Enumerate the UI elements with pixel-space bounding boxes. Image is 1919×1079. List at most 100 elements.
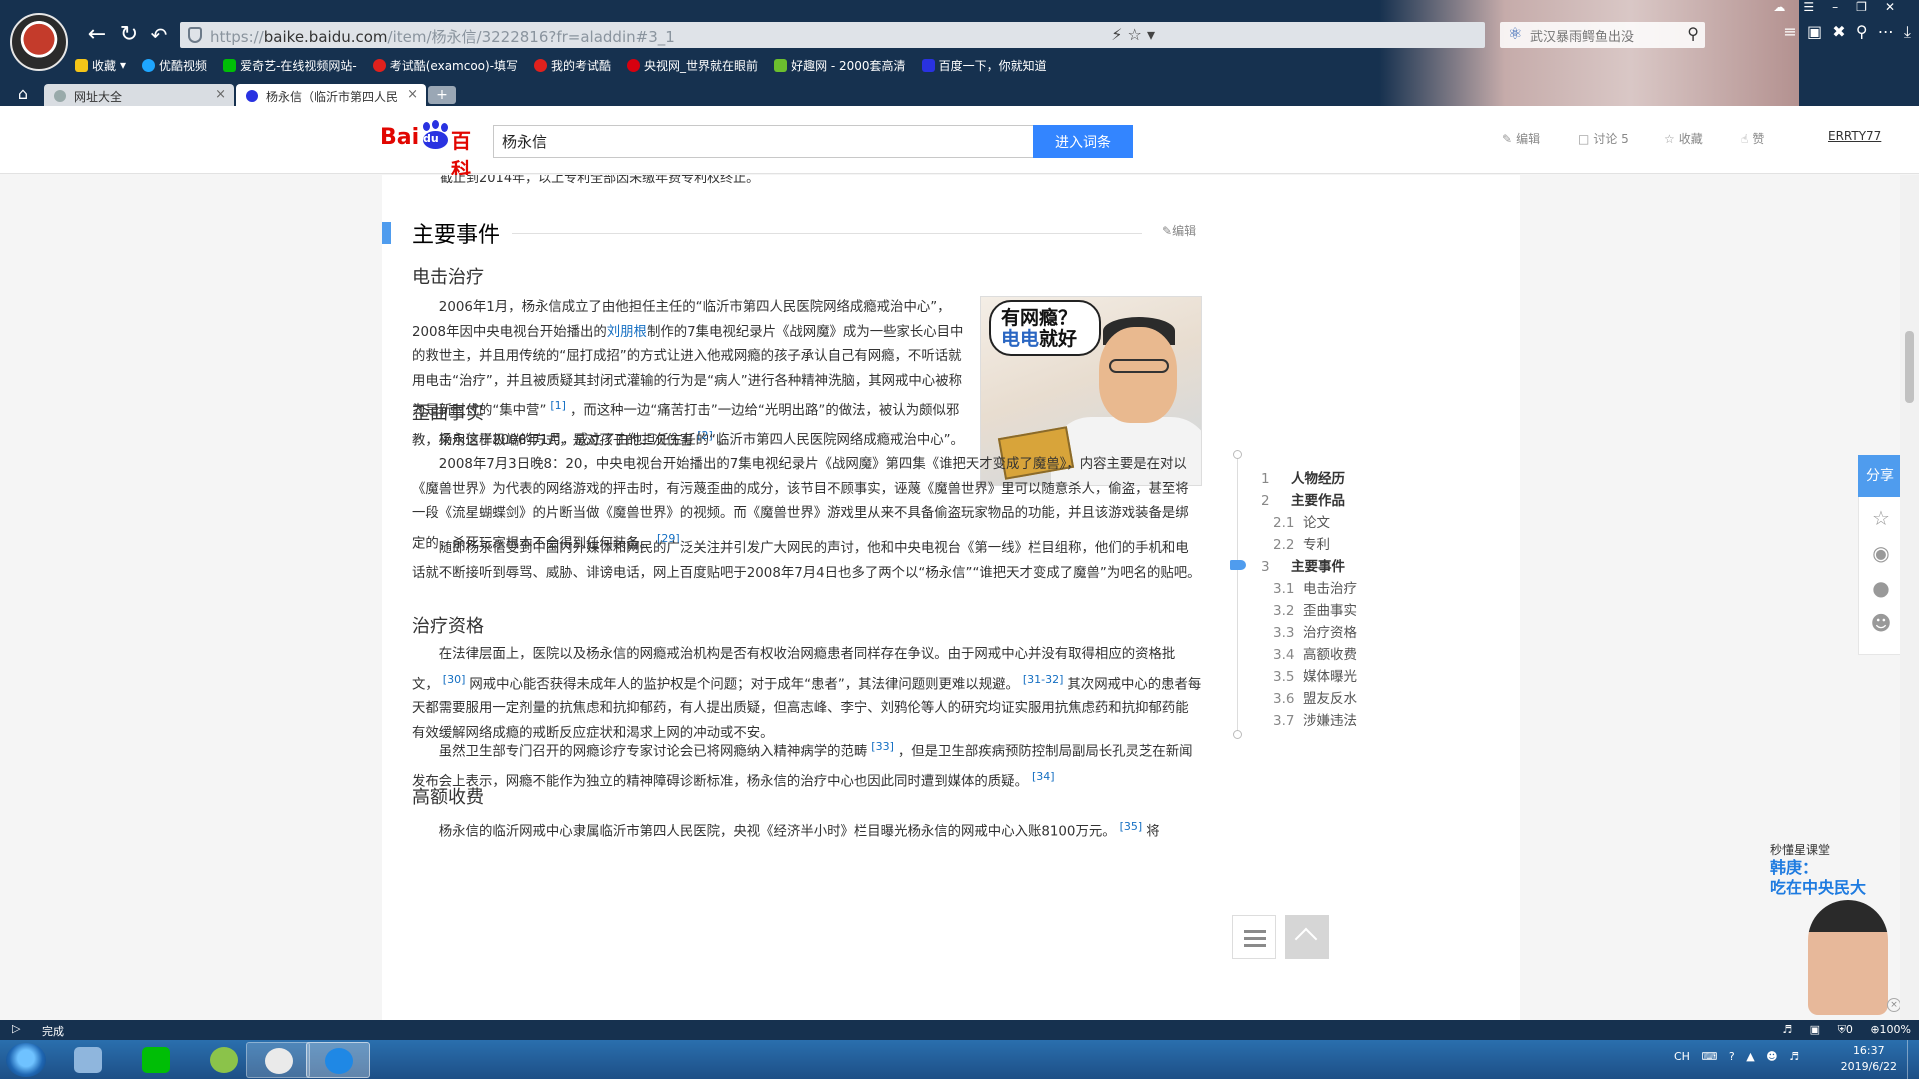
extension-icon[interactable]: ▣ [1807, 22, 1822, 41]
toc-item[interactable]: 3.2 歪曲事实 [1273, 599, 1357, 619]
baike-logo[interactable]: Bai du 百科 [380, 120, 490, 182]
tab-hao123[interactable]: 网址大全 × [44, 84, 234, 108]
address-bar[interactable]: https://baike.baidu.com/item/杨永信/3222816… [180, 22, 1485, 48]
comment-icon: □ [1578, 132, 1590, 146]
weibo-icon[interactable]: ◉ [1869, 541, 1893, 565]
close-tab-icon[interactable]: × [407, 87, 418, 102]
baidu-icon [921, 58, 935, 72]
toc-item[interactable]: 3.6 盟友反水 [1273, 687, 1357, 707]
system-clock[interactable]: 16:37 2019/6/22 [1841, 1043, 1897, 1075]
new-tab-button[interactable]: + [428, 86, 456, 104]
close-tab-icon[interactable]: × [215, 87, 226, 102]
bookmark-item[interactable]: 我的考试酷 [534, 55, 611, 75]
citation-link[interactable]: [34] [1032, 770, 1055, 783]
sidebar-toggle-icon[interactable]: ▷ [12, 1022, 20, 1035]
network-icon[interactable]: ▲ [1746, 1050, 1754, 1063]
undo-icon[interactable]: ↶ [146, 22, 172, 48]
toc-item[interactable]: 3.4 高额收费 [1273, 643, 1357, 663]
bookmark-item[interactable]: 百度一下，你就知道 [921, 55, 1047, 75]
discuss-action[interactable]: □ 讨论 5 [1578, 130, 1629, 147]
bookmark-item[interactable]: 优酷视频 [142, 55, 207, 75]
toc-item[interactable]: 3.7 涉嫌违法 [1273, 709, 1357, 729]
back-to-top-button[interactable] [1285, 915, 1329, 959]
toc-item[interactable]: 2.1 论文 [1273, 511, 1330, 531]
browser-logo-icon[interactable] [10, 13, 68, 71]
download-manager-icon[interactable]: ▣ [1810, 1023, 1820, 1036]
taskbar-app-browser[interactable] [306, 1042, 370, 1078]
home-icon[interactable]: ⌂ [10, 84, 36, 106]
keyboard-icon[interactable]: ⌨ [1701, 1050, 1717, 1063]
start-button[interactable] [6, 1043, 46, 1077]
favorite-star-icon[interactable]: ☆ [1869, 506, 1893, 530]
favorite-action[interactable]: ☆ 收藏 [1664, 130, 1703, 147]
scrollbar-thumb[interactable] [1905, 331, 1914, 403]
toc-item[interactable]: 3.1 电击治疗 [1273, 577, 1357, 597]
taskbar-app-computer[interactable] [56, 1042, 120, 1078]
person-link[interactable]: 刘朋根 [607, 325, 647, 340]
magnifier-icon[interactable]: ⚲ [1856, 22, 1868, 41]
close-icon[interactable]: × [1887, 998, 1901, 1012]
toc-item[interactable]: 3.5 媒体曝光 [1273, 665, 1357, 685]
input-language[interactable]: CH [1674, 1050, 1690, 1063]
bookmark-star-icon[interactable]: ☆ [1128, 25, 1142, 44]
toc-toggle-button[interactable] [1232, 915, 1276, 959]
toc-end-dot [1233, 730, 1242, 739]
toc-item[interactable]: 2 主要作品 [1261, 489, 1345, 509]
address-url[interactable]: https://baike.baidu.com/item/杨永信/3222816… [210, 26, 675, 47]
citation-link[interactable]: [30] [443, 673, 466, 686]
status-text: 完成 [42, 1025, 64, 1038]
qq-tray-icon[interactable]: ☻ [1766, 1050, 1777, 1063]
toc-item[interactable]: 1 人物经历 [1261, 467, 1345, 487]
speaker-icon[interactable]: ♬ [1782, 1023, 1792, 1036]
dropdown-icon[interactable]: ▾ [1147, 25, 1155, 44]
bookmark-item[interactable]: 好趣网 - 2000套高清 [774, 55, 906, 75]
help-icon[interactable]: ? [1729, 1050, 1735, 1063]
like-action[interactable]: ☝ 赞 [1741, 130, 1764, 147]
citation-link[interactable]: [31-32] [1023, 673, 1064, 686]
menu-icon[interactable]: ☰ [1803, 0, 1832, 14]
citation-link[interactable]: [35] [1120, 820, 1143, 833]
download-icon[interactable]: ⤓ [1904, 22, 1911, 41]
tab-baike-active[interactable]: 杨永信（临沂市第四人民 × [236, 84, 426, 108]
tools-icon[interactable]: ✖ [1832, 22, 1845, 41]
translate-icon[interactable]: ≡ [1783, 22, 1796, 41]
citation-link[interactable]: [1] [550, 399, 566, 412]
volume-icon[interactable]: ♬ [1789, 1050, 1799, 1063]
browser-search-box[interactable]: ⚛ 武汉暴雨鳄鱼出没 ⚲ [1500, 22, 1705, 48]
baike-search-input[interactable] [493, 125, 1033, 158]
search-icon[interactable]: ⚲ [1687, 24, 1699, 43]
security-counter[interactable]: ⛨0 [1838, 1023, 1853, 1036]
share-button[interactable]: 分享 [1858, 455, 1902, 497]
refresh-icon[interactable]: ↻ [116, 22, 142, 48]
bookmark-item[interactable]: 考试酷(examcoo)-填写 [372, 55, 518, 75]
minimize-icon[interactable]: – [1832, 0, 1856, 14]
menu-dots-icon[interactable]: ⋯ [1878, 22, 1894, 41]
page-scrollbar[interactable] [1900, 175, 1919, 1020]
chevron-down-icon: ▾ [120, 58, 127, 72]
section-edit-link[interactable]: ✎编辑 [1162, 222, 1196, 239]
toc-item[interactable]: 3.3 治疗资格 [1273, 621, 1357, 641]
citation-link[interactable]: [33] [871, 740, 894, 753]
bookmark-item[interactable]: 央视网_世界就在眼前 [627, 55, 758, 75]
taskbar-app-qq[interactable] [246, 1042, 310, 1078]
toc-item[interactable]: 2.2 专利 [1273, 533, 1330, 553]
lightning-icon[interactable]: ⚡ [1111, 25, 1122, 44]
enter-entry-button[interactable]: 进入词条 [1033, 125, 1133, 158]
show-desktop-button[interactable] [1907, 1040, 1919, 1079]
skin-icon[interactable]: ☁ [1773, 0, 1803, 14]
wechat-icon[interactable]: ● [1869, 576, 1893, 600]
taskbar-app-iqiyi[interactable] [124, 1042, 188, 1078]
subsection-title: 电击治疗 [412, 267, 484, 288]
user-name-link[interactable]: ERRTY77 [1828, 129, 1881, 143]
search-engine-icon[interactable]: ⚛ [1508, 24, 1522, 43]
back-icon[interactable]: ← [84, 22, 110, 48]
bookmark-item[interactable]: 爱奇艺-在线视频网站- [223, 55, 357, 75]
zoom-level[interactable]: ⊕100% [1870, 1023, 1911, 1036]
maximize-icon[interactable]: ❐ [1856, 0, 1885, 14]
qq-icon[interactable]: ☻ [1869, 611, 1893, 635]
close-icon[interactable]: ✕ [1885, 0, 1913, 14]
toc-item-current[interactable]: 3 主要事件 [1261, 555, 1345, 575]
floating-ad[interactable]: 秒懂星课堂 韩庚： 吃在中央民大 × [1760, 840, 1905, 1020]
edit-action[interactable]: ✎ 编辑 [1502, 130, 1540, 147]
bookmark-item[interactable]: 收藏 ▾ [75, 55, 126, 75]
